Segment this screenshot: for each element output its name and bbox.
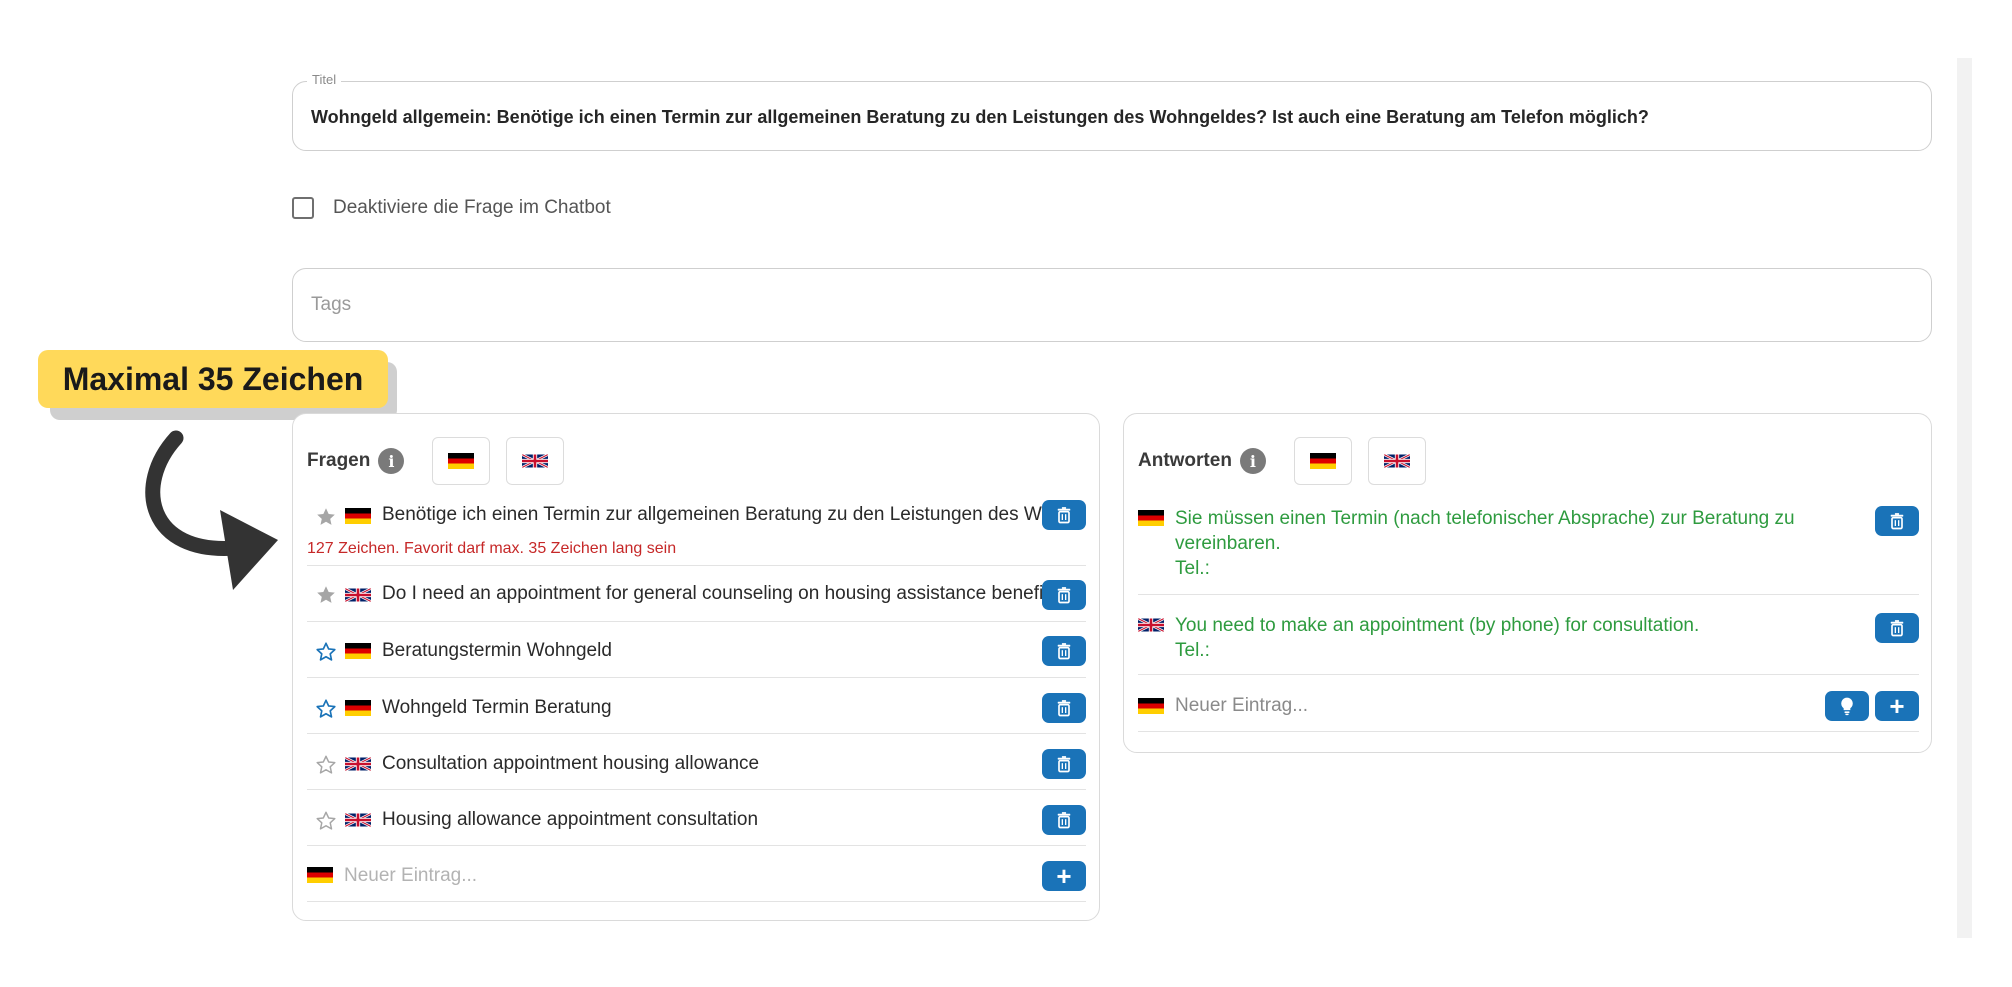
question-error-message: 127 Zeichen. Favorit darf max. 35 Zeiche… — [307, 540, 677, 557]
new-answer-input[interactable]: Neuer Eintrag... — [1175, 695, 1308, 717]
add-german-question-button[interactable] — [432, 437, 491, 485]
info-icon[interactable]: i — [1239, 448, 1266, 474]
lightbulb-icon — [1841, 697, 1853, 716]
delete-question-button[interactable] — [1042, 805, 1086, 835]
uk-flag-icon — [345, 587, 371, 603]
de-flag-icon — [345, 643, 371, 659]
answer-row[interactable]: You need to make an appointment (by phon… — [1138, 595, 1919, 675]
de-flag-icon — [448, 453, 475, 469]
delete-question-button[interactable] — [1042, 580, 1086, 610]
trash-icon — [1054, 641, 1074, 661]
answer-text-line: Sie müssen einen Termin (nach telefonisc… — [1175, 508, 1795, 529]
de-flag-icon — [1309, 453, 1336, 469]
curved-arrow-icon — [145, 430, 278, 590]
deactivate-question-checkbox[interactable] — [292, 197, 314, 219]
add-english-answer-button[interactable] — [1367, 437, 1426, 485]
add-english-question-button[interactable] — [506, 437, 565, 485]
answer-text[interactable]: Sie müssen einen Termin (nach telefonisc… — [1175, 506, 1795, 581]
answer-text-line: Tel.: — [1175, 558, 1210, 579]
questions-title: Fragen — [307, 450, 371, 471]
question-text[interactable]: Wohngeld Termin Beratung — [382, 697, 1072, 719]
question-text[interactable]: Housing allowance appointment consultati… — [382, 809, 1072, 831]
star-outline-icon[interactable] — [315, 698, 337, 720]
add-question-button[interactable]: + — [1042, 861, 1086, 891]
star-filled-icon[interactable] — [315, 584, 337, 606]
suggest-answer-button[interactable] — [1825, 691, 1869, 721]
add-german-answer-button[interactable] — [1293, 437, 1352, 485]
new-question-row[interactable]: Neuer Eintrag... + — [307, 846, 1086, 902]
uk-flag-icon — [522, 453, 548, 469]
add-answer-button[interactable]: + — [1875, 691, 1919, 721]
new-answer-row[interactable]: Neuer Eintrag... + — [1138, 675, 1919, 732]
title-field[interactable]: Titel Wohngeld allgemein: Benötige ich e… — [292, 72, 1932, 151]
trash-icon — [1054, 810, 1074, 830]
answer-row[interactable]: Sie müssen einen Termin (nach telefonisc… — [1138, 502, 1919, 595]
question-row[interactable]: Housing allowance appointment consultati… — [307, 790, 1086, 846]
answer-text-line: You need to make an appointment (by phon… — [1175, 615, 1700, 636]
uk-flag-icon — [345, 756, 371, 772]
uk-flag-icon — [1138, 617, 1164, 633]
questions-panel: Fragen i Benötige ich einen Termin zur a… — [292, 413, 1100, 921]
tags-input[interactable]: Tags — [292, 268, 1932, 342]
question-row[interactable]: Wohngeld Termin Beratung — [307, 678, 1086, 734]
answers-header: Antworten i — [1138, 437, 1426, 485]
tags-placeholder: Tags — [311, 294, 352, 315]
deactivate-question-row[interactable]: Deaktiviere die Frage im Chatbot — [292, 197, 611, 219]
answer-text[interactable]: You need to make an appointment (by phon… — [1175, 613, 1699, 663]
star-outline-icon[interactable] — [315, 641, 337, 663]
question-row[interactable]: Do I need an appointment for general cou… — [307, 566, 1086, 622]
trash-icon — [1054, 698, 1074, 718]
delete-question-button[interactable] — [1042, 500, 1086, 530]
trash-icon — [1887, 511, 1907, 531]
de-flag-icon — [1138, 510, 1164, 526]
de-flag-icon — [345, 700, 371, 716]
question-row[interactable]: Consultation appointment housing allowan… — [307, 734, 1086, 790]
scrollbar-track[interactable] — [1957, 58, 1972, 938]
de-flag-icon — [345, 508, 371, 524]
info-icon[interactable]: i — [378, 448, 405, 474]
annotation-callout: Maximal 35 Zeichen — [38, 350, 388, 408]
deactivate-question-label: Deaktiviere die Frage im Chatbot — [333, 197, 611, 218]
uk-flag-icon — [345, 812, 371, 828]
question-text[interactable]: Beratungstermin Wohngeld — [382, 640, 1072, 662]
delete-question-button[interactable] — [1042, 749, 1086, 779]
trash-icon — [1887, 618, 1907, 638]
de-flag-icon — [307, 867, 333, 883]
title-field-value[interactable]: Wohngeld allgemein: Benötige ich einen T… — [311, 107, 1649, 128]
title-field-label: Titel — [307, 72, 342, 87]
trash-icon — [1054, 585, 1074, 605]
new-question-input[interactable]: Neuer Eintrag... — [344, 865, 477, 887]
answer-text-line: vereinbaren. — [1175, 533, 1281, 554]
answers-panel: Antworten i Sie müssen einen Termin (nac… — [1123, 413, 1932, 753]
star-filled-icon[interactable] — [315, 506, 337, 528]
delete-question-button[interactable] — [1042, 636, 1086, 666]
answer-text-line: Tel.: — [1175, 640, 1210, 661]
trash-icon — [1054, 505, 1074, 525]
delete-answer-button[interactable] — [1875, 613, 1919, 643]
question-row[interactable]: Benötige ich einen Termin zur allgemeine… — [307, 496, 1086, 566]
answers-title: Antworten — [1138, 450, 1232, 471]
question-text[interactable]: Benötige ich einen Termin zur allgemeine… — [382, 504, 1072, 526]
star-outline-icon[interactable] — [315, 810, 337, 832]
questions-header: Fragen i — [307, 437, 565, 485]
delete-answer-button[interactable] — [1875, 506, 1919, 536]
question-row[interactable]: Beratungstermin Wohngeld — [307, 622, 1086, 678]
question-text[interactable]: Do I need an appointment for general cou… — [382, 583, 1072, 605]
trash-icon — [1054, 754, 1074, 774]
uk-flag-icon — [1384, 453, 1410, 469]
de-flag-icon — [1138, 698, 1164, 714]
delete-question-button[interactable] — [1042, 693, 1086, 723]
star-outline-icon[interactable] — [315, 754, 337, 776]
question-text[interactable]: Consultation appointment housing allowan… — [382, 753, 1072, 775]
